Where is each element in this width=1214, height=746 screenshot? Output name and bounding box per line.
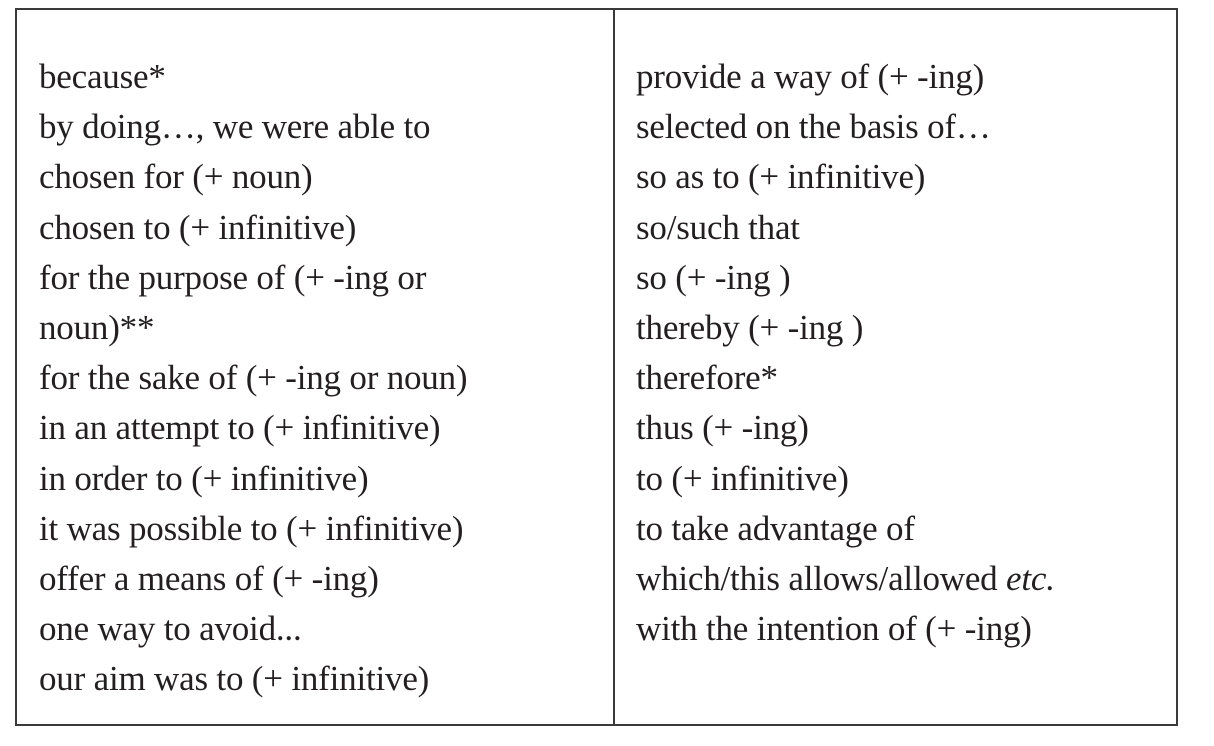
phrase-item: thereby (+ -ing )	[636, 303, 1176, 353]
phrase-text: for the purpose of (+ -ing or	[39, 257, 427, 297]
phrase-item: so/such that	[636, 203, 1176, 253]
phrase-italic-text: etc.	[1006, 559, 1055, 599]
phrase-item: chosen for (+ noun)	[39, 152, 613, 202]
phrase-item: to (+ infinitive)	[636, 454, 1176, 504]
phrase-item: for the sake of (+ -ing or noun)	[39, 353, 613, 403]
phrase-text: so as to (+ infinitive)	[636, 157, 926, 197]
phrase-text: with the intention of (+ -ing)	[636, 609, 1032, 649]
phrase-text: chosen to (+ infinitive)	[39, 207, 357, 247]
phrase-item: thus (+ -ing)	[636, 403, 1176, 453]
phrase-item: to take advantage of	[636, 504, 1176, 554]
phrase-text: by doing…, we were able to	[39, 107, 431, 147]
phrase-item: selected on the basis of…	[636, 102, 1176, 152]
phrase-text: noun)**	[39, 308, 155, 348]
phrase-text: in an attempt to (+ infinitive)	[39, 408, 441, 448]
phrase-item: our aim was to (+ infinitive)	[39, 654, 613, 704]
phrase-text: selected on the basis of…	[636, 107, 991, 147]
phrase-item: so as to (+ infinitive)	[636, 152, 1176, 202]
left-column: because* by doing…, we were able to chosen…	[17, 10, 615, 724]
phrase-item: because*	[39, 52, 613, 102]
right-column: provide a way of (+ -ing) selected on the…	[615, 10, 1176, 724]
phrase-text: our aim was to (+ infinitive)	[39, 659, 430, 699]
phrase-text: so (+ -ing )	[636, 257, 791, 297]
phrase-text: therefore*	[636, 358, 778, 398]
phrase-text: offer a means of (+ -ing)	[39, 559, 379, 599]
phrase-text: because*	[39, 57, 166, 96]
phrase-table: because* by doing…, we were able to chosen…	[15, 8, 1178, 726]
phrase-text: thus (+ -ing)	[636, 408, 809, 448]
phrase-text: it was possible to (+ infinitive)	[39, 508, 464, 548]
phrase-item: for the purpose of (+ -ing or	[39, 253, 613, 303]
phrase-item: in an attempt to (+ infinitive)	[39, 403, 613, 453]
phrase-item: chosen to (+ infinitive)	[39, 203, 613, 253]
phrase-text: in order to (+ infinitive)	[39, 458, 369, 498]
phrase-item: which/this allows/allowed etc.	[636, 554, 1176, 604]
phrase-text: chosen for (+ noun)	[39, 157, 313, 197]
phrase-item: by doing…, we were able to	[39, 102, 613, 152]
phrase-text: which/this allows/allowed	[636, 559, 1007, 599]
phrase-item: provide a way of (+ -ing)	[636, 52, 1176, 102]
phrase-item: it was possible to (+ infinitive)	[39, 504, 613, 554]
phrase-item: one way to avoid...	[39, 604, 613, 654]
phrase-text: so/such that	[636, 207, 800, 247]
phrase-item: offer a means of (+ -ing)	[39, 554, 613, 604]
phrase-text: provide a way of (+ -ing)	[636, 57, 985, 96]
phrase-text: one way to avoid...	[39, 609, 302, 649]
phrase-text: to take advantage of	[636, 508, 915, 548]
phrase-text: thereby (+ -ing )	[636, 308, 864, 348]
phrase-text: for the sake of (+ -ing or noun)	[39, 358, 468, 398]
right-phrase-list: provide a way of (+ -ing) selected on the…	[636, 52, 1176, 654]
phrase-text: to (+ infinitive)	[636, 458, 849, 498]
phrase-item: noun)**	[39, 303, 613, 353]
phrase-item: in order to (+ infinitive)	[39, 454, 613, 504]
left-phrase-list: because* by doing…, we were able to chosen…	[39, 52, 613, 705]
phrase-item: so (+ -ing )	[636, 253, 1176, 303]
phrase-item: therefore*	[636, 353, 1176, 403]
phrase-item: with the intention of (+ -ing)	[636, 604, 1176, 654]
